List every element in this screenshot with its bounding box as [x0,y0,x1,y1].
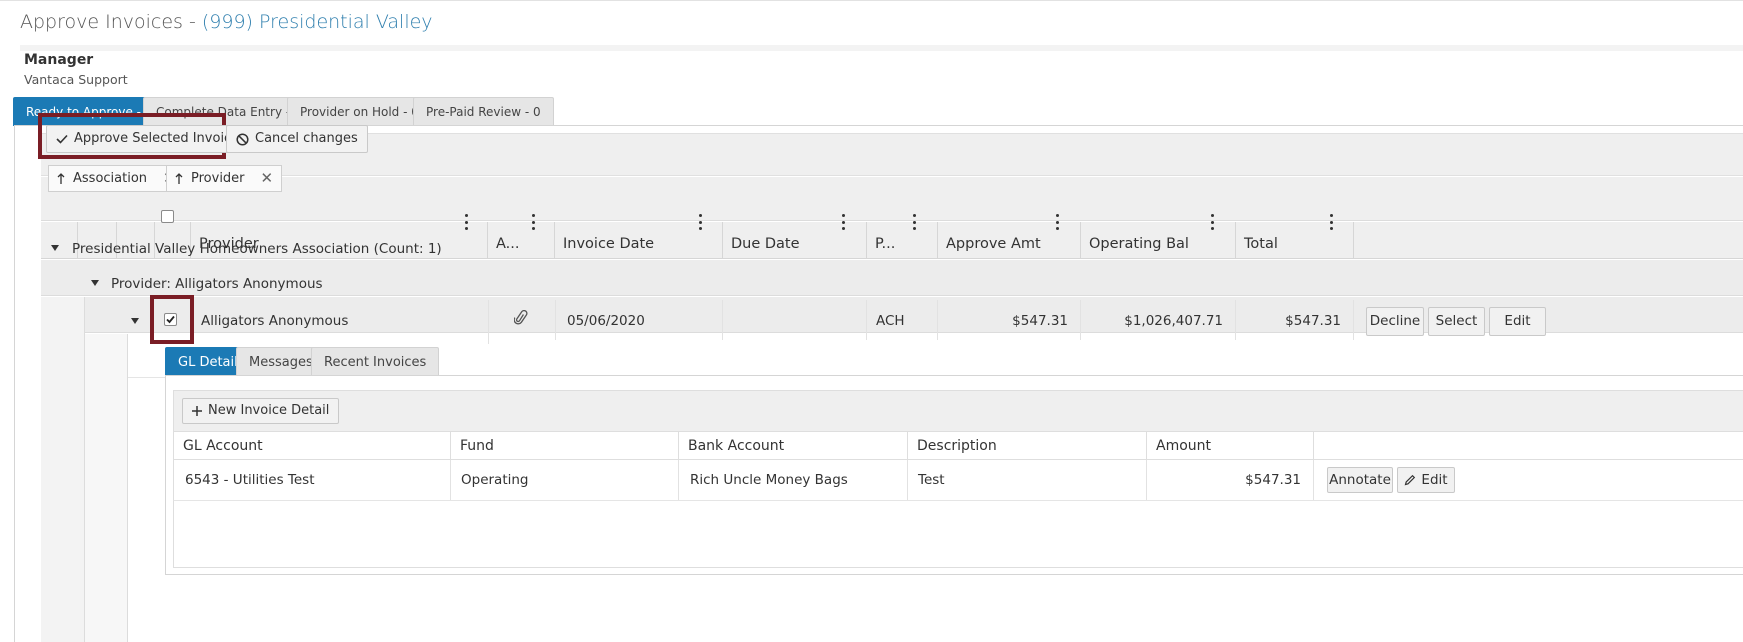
collapse-triangle-icon[interactable] [51,245,59,251]
manager-name: Vantaca Support [24,72,128,87]
tab-pre-paid-review[interactable]: Pre-Paid Review - 0 [413,97,554,126]
row-total: $547.31 [1285,313,1341,329]
approve-selected-button[interactable]: Approve Selected Invoices [46,125,256,153]
column-menu-icon[interactable] [528,214,538,230]
page-title: Approve Invoices - (999) Presidential Va… [20,11,433,33]
new-invoice-detail-label: New Invoice Detail [208,403,330,418]
col-divider [488,300,489,340]
header-label: Operating Bal [1089,236,1189,252]
header-label: Due Date [731,236,800,252]
plus-icon [192,406,202,416]
tab-provider-on-hold[interactable]: Provider on Hold - 0 [287,97,432,126]
association-link[interactable]: (999) Presidential Valley [202,11,433,33]
cancel-changes-button[interactable]: Cancel changes [226,125,368,153]
row-invoice-date: 05/06/2020 [567,313,645,329]
gl-edit-label: Edit [1421,472,1448,488]
col-divider [555,300,556,340]
annotate-button[interactable]: Annotate [1327,467,1393,493]
column-menu-icon[interactable] [695,214,705,230]
ban-icon [236,132,249,146]
header-label: P... [875,236,896,252]
header-total[interactable]: Total [1236,214,1354,259]
decline-button[interactable]: Decline [1366,307,1424,336]
select-button[interactable]: Select [1428,307,1485,336]
header-invoice-date[interactable]: Invoice Date [555,214,723,259]
top-divider [0,0,1743,1]
row-provider: Alligators Anonymous [201,313,349,329]
tab-recent-invoices[interactable]: Recent Invoices [311,347,440,376]
group-chip-label: Association [73,171,148,186]
gl-cell-account: 6543 - Utilities Test [174,460,451,500]
sort-up-icon [57,172,65,184]
edit-invoice-button[interactable]: Edit [1489,307,1546,336]
header-approve-amt[interactable]: Approve Amt [938,214,1081,259]
header-due-date[interactable]: Due Date [723,214,867,259]
row-payment-type: ACH [876,313,905,329]
gl-header-bank-account[interactable]: Bank Account [679,432,908,460]
group-chip-association[interactable]: Association ✕ [48,165,185,192]
check-icon [166,315,175,324]
check-icon [56,134,68,144]
group-indent [41,297,85,642]
gl-cell-fund: Operating [451,460,679,500]
manager-panel [20,45,1743,89]
col-divider [722,300,723,340]
gl-body [173,500,1743,568]
select-all-checkbox[interactable] [161,210,174,223]
sort-up-icon [175,172,183,184]
column-menu-icon[interactable] [1052,214,1062,230]
paperclip-icon[interactable] [513,309,528,330]
col-divider [937,300,938,340]
group-provider-label: Provider: Alligators Anonymous [111,276,323,292]
gl-header-fund[interactable]: Fund [451,432,679,460]
group-chip-label: Provider [191,171,245,186]
gl-cell-amount: $547.31 [1147,460,1314,500]
column-menu-icon[interactable] [909,214,919,230]
col-divider [1080,300,1081,340]
group-panel [41,177,1743,221]
header-label: Total [1244,236,1278,252]
manager-label: Manager [24,52,94,68]
row-select-checkbox[interactable] [164,313,177,326]
group-association-label: Presidential Valley Homeowners Associati… [72,241,442,257]
page-title-prefix: Approve Invoices - [20,11,202,33]
gl-header-account[interactable]: GL Account [174,432,451,460]
new-invoice-detail-button[interactable]: New Invoice Detail [182,398,340,424]
group-chip-provider[interactable]: Provider ✕ [166,165,283,192]
column-menu-icon[interactable] [1207,214,1217,230]
header-label: A... [496,236,520,252]
group-indent [85,334,128,642]
collapse-triangle-icon[interactable] [91,280,99,286]
column-menu-icon[interactable] [1326,214,1336,230]
col-divider [1353,300,1354,340]
col-divider [866,300,867,340]
gl-cell-bank-account: Rich Uncle Money Bags [679,460,908,500]
header-label: Invoice Date [563,236,655,252]
gl-header-description[interactable]: Description [908,432,1147,460]
column-menu-icon[interactable] [838,214,848,230]
column-menu-icon[interactable] [461,214,471,230]
expand-row-triangle-icon[interactable] [131,318,139,324]
row-approve-amt: $547.31 [1012,313,1068,329]
pencil-icon [1405,474,1416,486]
gl-edit-button[interactable]: Edit [1397,467,1455,493]
header-label: Approve Amt [946,236,1041,252]
col-divider [1235,300,1236,340]
gl-cell-description: Test [908,460,1147,500]
header-attachment[interactable]: A... [488,214,555,259]
row-operating-bal: $1,026,407.71 [1124,313,1223,329]
approve-selected-label: Approve Selected Invoices [74,131,246,146]
gl-header-amount[interactable]: Amount [1147,432,1314,460]
gl-toolbar [173,390,1743,432]
panel-border [14,126,15,642]
header-payment[interactable]: P... [867,214,938,259]
remove-group-icon[interactable]: ✕ [261,166,274,191]
header-operating-bal[interactable]: Operating Bal [1081,214,1236,259]
cancel-changes-label: Cancel changes [255,131,358,146]
